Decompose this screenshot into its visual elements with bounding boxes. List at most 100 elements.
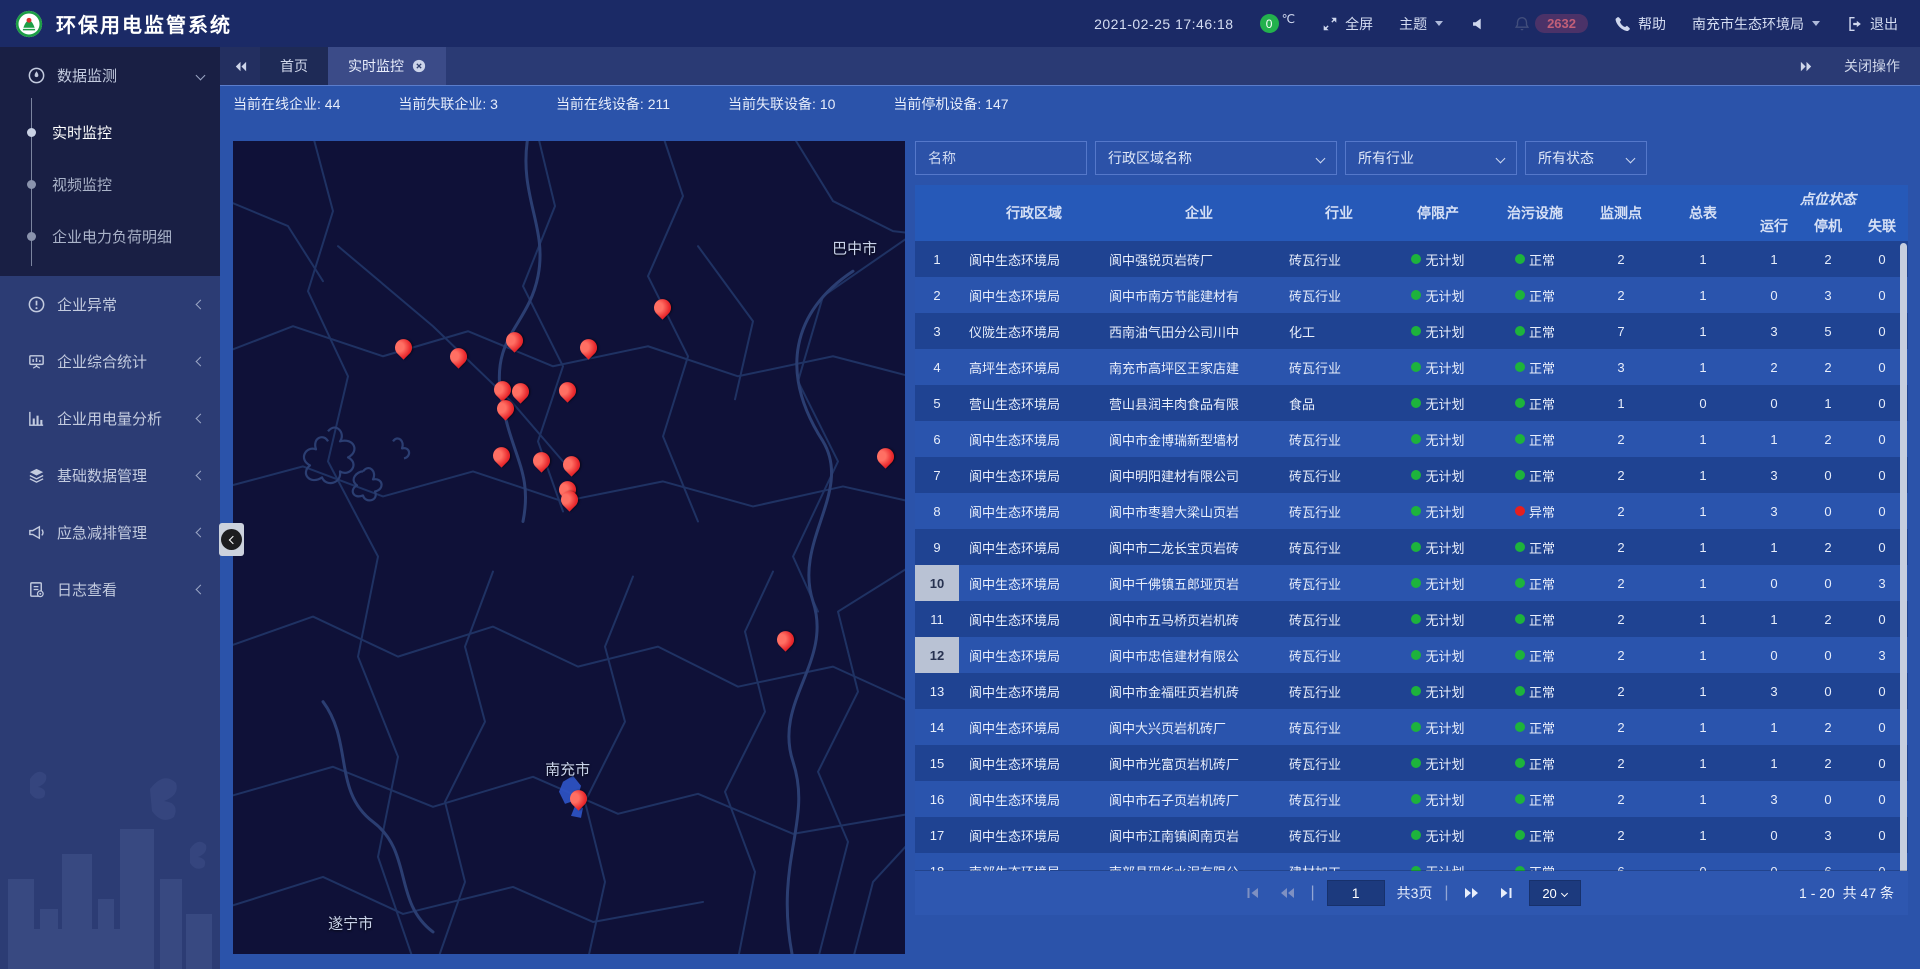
map-pin-icon[interactable]: [450, 348, 468, 366]
temperature-unit: ℃: [1282, 12, 1295, 26]
exit-label: 退出: [1870, 14, 1898, 34]
exit-button[interactable]: 退出: [1846, 14, 1898, 34]
sidebar-item[interactable]: 基础数据管理: [0, 447, 220, 504]
table-row[interactable]: 17阆中生态环境局阆中市江南镇阆南页岩砖瓦行业无计划正常21030: [915, 817, 1908, 853]
table-row[interactable]: 7阆中生态环境局阆中明阳建材有限公司砖瓦行业无计划正常21300: [915, 457, 1908, 493]
filter-select-value: 所有行业: [1358, 148, 1414, 168]
table-row[interactable]: 5营山生态环境局营山县润丰肉食品有限食品无计划正常10010: [915, 385, 1908, 421]
map-pin-icon[interactable]: [494, 381, 512, 399]
sidebar-item[interactable]: 企业综合统计: [0, 333, 220, 390]
table-row[interactable]: 2阆中生态环境局阆中市南方节能建材有砖瓦行业无计划正常21030: [915, 277, 1908, 313]
sidebar-item[interactable]: 数据监测: [0, 47, 220, 104]
tab-item[interactable]: 首页: [260, 47, 328, 85]
cell-pollution-facility: 正常: [1487, 421, 1583, 457]
table-row[interactable]: 8阆中生态环境局阆中市枣碧大梁山页岩砖瓦行业无计划异常21300: [915, 493, 1908, 529]
tabs-scroll-right-button[interactable]: [1786, 59, 1826, 74]
tab-active[interactable]: 实时监控: [328, 47, 446, 85]
caret-down-icon: [1812, 21, 1820, 26]
map-pin-icon[interactable]: [493, 447, 511, 465]
fullscreen-button[interactable]: 全屏: [1321, 14, 1373, 34]
first-page-button[interactable]: [1242, 882, 1264, 904]
table-row[interactable]: 11阆中生态环境局阆中市五马桥页岩机砖砖瓦行业无计划正常21120: [915, 601, 1908, 637]
map-pin-icon[interactable]: [395, 340, 413, 358]
table-row[interactable]: 6阆中生态环境局阆中市金博瑞新型墙材砖瓦行业无计划正常21120: [915, 421, 1908, 457]
map-pin-icon[interactable]: [533, 452, 551, 470]
bar-chart-icon: [27, 409, 46, 428]
table-row[interactable]: 14阆中生态环境局阆中大兴页岩机砖厂砖瓦行业无计划正常21120: [915, 709, 1908, 745]
cell-industry: 砖瓦行业: [1289, 637, 1389, 673]
table-scrollbar[interactable]: [1900, 243, 1907, 903]
map-pin-icon[interactable]: [561, 492, 579, 510]
last-page-button[interactable]: [1495, 882, 1517, 904]
prev-page-button[interactable]: [1276, 882, 1298, 904]
cell-industry: 砖瓦行业: [1289, 349, 1389, 385]
map-pin-icon[interactable]: [877, 448, 895, 466]
table-row[interactable]: 12阆中生态环境局阆中市忠信建材有限公砖瓦行业无计划正常21003: [915, 637, 1908, 673]
table-row[interactable]: 4高坪生态环境局南充市高坪区王家店建砖瓦行业无计划正常31220: [915, 349, 1908, 385]
sidebar-item[interactable]: 应急减排管理: [0, 504, 220, 561]
cell-stopped: 2: [1801, 745, 1855, 781]
filter-select[interactable]: 所有状态: [1525, 141, 1647, 175]
fullscreen-icon: [1321, 15, 1339, 33]
name-search-input[interactable]: [915, 141, 1087, 175]
sidebar-item[interactable]: 企业异常: [0, 276, 220, 333]
close-operations-button[interactable]: 关闭操作: [1844, 56, 1900, 76]
theme-dropdown[interactable]: 主题: [1399, 14, 1443, 34]
cell-company: 阆中明阳建材有限公司: [1109, 457, 1289, 493]
page-number-input[interactable]: [1327, 880, 1385, 906]
sidebar-subitem[interactable]: 视频监控: [0, 158, 220, 210]
table-row[interactable]: 13阆中生态环境局阆中市金福旺页岩机砖砖瓦行业无计划正常21300: [915, 673, 1908, 709]
sidebar-nav: 数据监测实时监控视频监控企业电力负荷明细企业异常企业综合统计企业用电量分析基础数…: [0, 47, 220, 618]
map-pin-icon[interactable]: [559, 382, 577, 400]
map-pin-icon[interactable]: [506, 332, 524, 350]
gauge-icon: [27, 66, 46, 85]
cell-monitor-points: 1: [1583, 385, 1659, 421]
map-pin-icon[interactable]: [563, 456, 581, 474]
map-pin-icon[interactable]: [654, 299, 672, 317]
sidebar-item[interactable]: 企业用电量分析: [0, 390, 220, 447]
datetime-display: 2021-02-25 17:46:18: [1094, 16, 1234, 32]
notification-badge[interactable]: 2632: [1513, 14, 1588, 33]
tabs-scroll-left-button[interactable]: [220, 47, 260, 85]
cell-monitor-points: 2: [1583, 745, 1659, 781]
cell-index: 11: [915, 601, 959, 637]
next-page-button[interactable]: [1461, 882, 1483, 904]
table-row[interactable]: 9阆中生态环境局阆中市二龙长宝页岩砖砖瓦行业无计划正常21120: [915, 529, 1908, 565]
status-dot-icon: [1411, 434, 1421, 444]
map-panel[interactable]: 巴中市南充市遂宁市: [233, 141, 905, 954]
table-row[interactable]: 3仪陇生态环境局西南油气田分公司川中化工无计划正常71350: [915, 313, 1908, 349]
map-pin-icon[interactable]: [777, 631, 795, 649]
bullet-dot-icon: [27, 232, 36, 241]
cell-index: 10: [915, 565, 959, 601]
filter-select[interactable]: 所有行业: [1345, 141, 1517, 175]
status-dot-icon: [1515, 398, 1525, 408]
tab-close-icon[interactable]: [412, 59, 426, 73]
table-row[interactable]: 15阆中生态环境局阆中市光富页岩机砖厂砖瓦行业无计划正常21120: [915, 745, 1908, 781]
sidebar-subitem[interactable]: 企业电力负荷明细: [0, 210, 220, 262]
help-button[interactable]: 帮助: [1614, 14, 1666, 34]
status-dot-icon: [1515, 470, 1525, 480]
cell-company: 阆中强锐页岩砖厂: [1109, 241, 1289, 277]
table-row[interactable]: 10阆中生态环境局阆中千佛镇五郎垭页岩砖瓦行业无计划正常21003: [915, 565, 1908, 601]
map-collapse-button[interactable]: [219, 523, 244, 556]
cell-monitor-points: 2: [1583, 781, 1659, 817]
map-pin-icon[interactable]: [512, 383, 530, 401]
status-dot-icon: [1515, 506, 1525, 516]
page-size-value: 20: [1542, 886, 1556, 901]
sidebar-group: 基础数据管理: [0, 447, 220, 504]
mute-button[interactable]: [1469, 15, 1487, 33]
map-pin-icon[interactable]: [497, 400, 515, 418]
filter-select[interactable]: 行政区域名称: [1095, 141, 1337, 175]
map-pin-icon[interactable]: [580, 339, 598, 357]
table-row[interactable]: 16阆中生态环境局阆中市石子页岩机砖厂砖瓦行业无计划正常21300: [915, 781, 1908, 817]
cell-total-meter: 1: [1659, 493, 1747, 529]
page-size-select[interactable]: 20: [1529, 880, 1581, 906]
map-pin-icon[interactable]: [570, 790, 588, 808]
org-dropdown[interactable]: 南充市生态环境局: [1692, 14, 1820, 34]
sidebar-subitem[interactable]: 实时监控: [0, 106, 220, 158]
companies-table: 行政区域 企业 行业 停限产 治污设施 监测点 总表 点位状态 运行: [915, 185, 1908, 915]
collapse-circle: [221, 529, 242, 550]
table-row[interactable]: 1阆中生态环境局阆中强锐页岩砖厂砖瓦行业无计划正常21120: [915, 241, 1908, 277]
cell-stopped: 2: [1801, 349, 1855, 385]
sidebar-item[interactable]: 日志查看: [0, 561, 220, 618]
